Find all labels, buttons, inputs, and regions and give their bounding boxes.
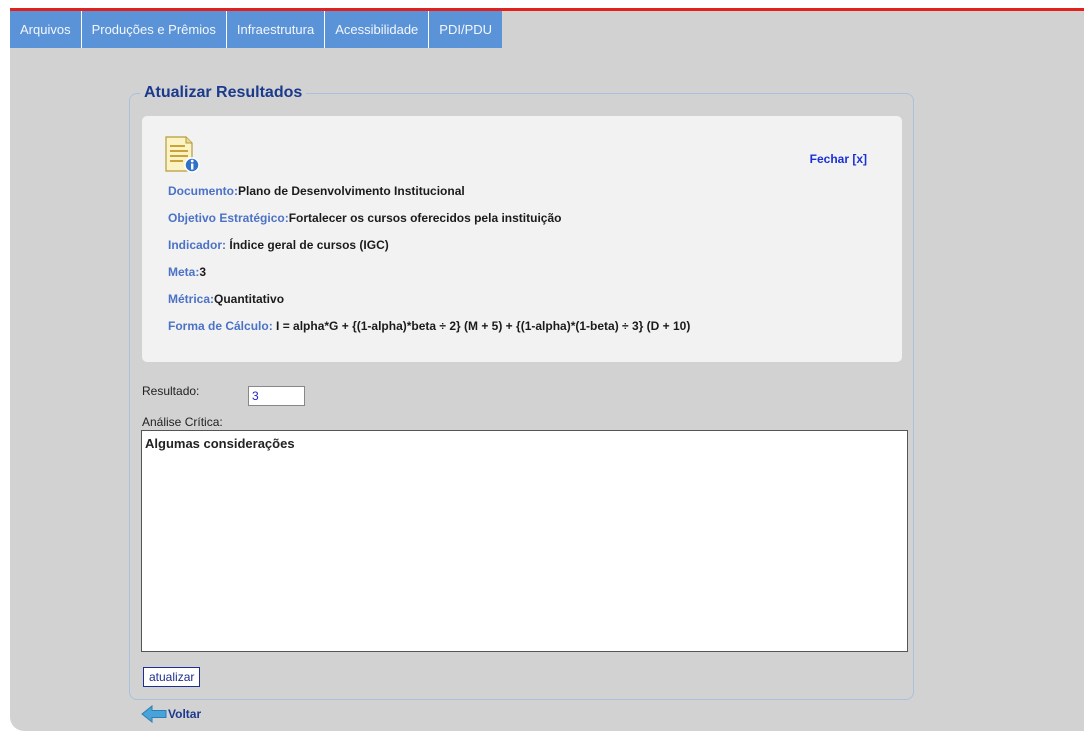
result-input[interactable] bbox=[248, 386, 305, 406]
meta-value: 3 bbox=[199, 265, 207, 279]
panel-title: Atualizar Resultados bbox=[144, 84, 303, 101]
close-link[interactable]: Fechar [x] bbox=[810, 152, 867, 166]
update-button[interactable]: atualizar bbox=[143, 667, 201, 687]
indicador-value: Índice geral de cursos (IGC) bbox=[229, 238, 389, 252]
critical-analysis-textarea[interactable]: Algumas considerações bbox=[141, 430, 908, 652]
result-label: Resultado: bbox=[142, 384, 200, 398]
info-metrica: Métrica:Quantitativo bbox=[168, 292, 284, 306]
info-documento: Documento:Plano de Desenvolvimento Insti… bbox=[168, 184, 465, 198]
objetivo-label: Objetivo Estratégico: bbox=[168, 211, 289, 225]
document-info-icon bbox=[164, 136, 204, 174]
critical-analysis-label: Análise Crítica: bbox=[142, 415, 223, 429]
objetivo-value: Fortalecer os cursos oferecidos pela ins… bbox=[288, 211, 562, 225]
forma-calculo-label: Forma de Cálculo: bbox=[168, 319, 273, 333]
top-navigation: Arquivos Produções e Prêmios Infraestrut… bbox=[10, 11, 503, 48]
documento-label: Documento: bbox=[168, 184, 238, 198]
info-forma-calculo: Forma de Cálculo: I = alpha*G + {(1-alph… bbox=[168, 319, 690, 333]
info-indicador: Indicador: Índice geral de cursos (IGC) bbox=[168, 238, 389, 252]
meta-label: Meta: bbox=[168, 265, 200, 279]
forma-calculo-value: I = alpha*G + {(1-alpha)*beta ÷ 2} (M + … bbox=[276, 319, 691, 333]
tab-pdi-pdu[interactable]: PDI/PDU bbox=[429, 11, 503, 48]
indicador-label: Indicador: bbox=[168, 238, 227, 252]
back-arrow-icon bbox=[141, 704, 167, 724]
documento-value: Plano de Desenvolvimento Institucional bbox=[238, 184, 465, 198]
info-objetivo: Objetivo Estratégico:Fortalecer os curso… bbox=[168, 211, 561, 225]
back-label: Voltar bbox=[168, 707, 202, 721]
metrica-value: Quantitativo bbox=[214, 292, 285, 306]
metrica-label: Métrica: bbox=[168, 292, 215, 306]
back-link[interactable]: Voltar bbox=[141, 704, 202, 724]
tab-arquivos[interactable]: Arquivos bbox=[10, 11, 82, 48]
indicator-info-box: Fechar [x] Documento:Plano de Desenvolvi… bbox=[142, 116, 902, 362]
tab-infraestrutura[interactable]: Infraestrutura bbox=[226, 11, 326, 48]
info-meta: Meta:3 bbox=[168, 265, 206, 279]
tab-acessibilidade[interactable]: Acessibilidade bbox=[325, 11, 430, 48]
tab-producoes-e-premios[interactable]: Produções e Prêmios bbox=[81, 11, 227, 48]
